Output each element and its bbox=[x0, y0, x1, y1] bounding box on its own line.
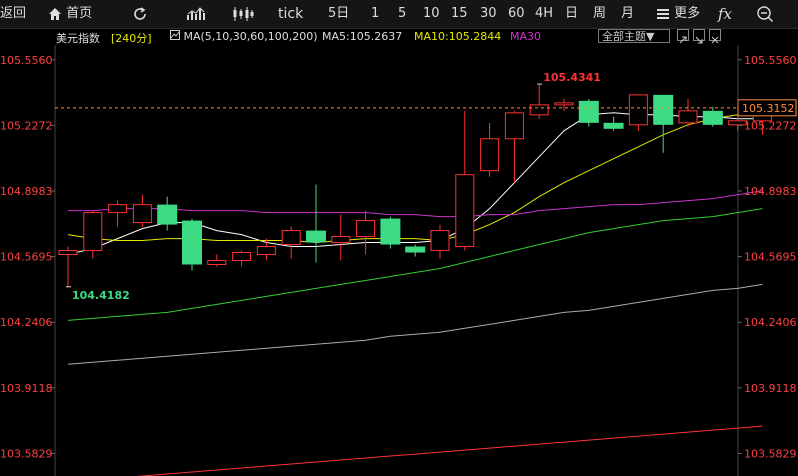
ma-lines bbox=[67, 112, 763, 476]
y-tick-left: 105.5560 bbox=[0, 54, 53, 67]
candle-body-down bbox=[578, 100, 599, 123]
y-tick-right: 104.8983 bbox=[744, 185, 797, 198]
candle-body-up bbox=[480, 138, 500, 172]
candle-body-up bbox=[83, 212, 103, 252]
candlestick-chart[interactable]: 105.5560 105.2272 104.8983 104.5695 104.2406… bbox=[0, 0, 798, 476]
candle-body-up bbox=[58, 250, 78, 256]
ma-line-ma200 bbox=[136, 425, 763, 476]
candle-body-down bbox=[653, 94, 674, 125]
y-tick-left: 103.9118 bbox=[0, 382, 53, 395]
candle-body-down bbox=[405, 246, 426, 253]
candle-body-up bbox=[430, 230, 450, 252]
candle-body-up bbox=[455, 174, 475, 248]
y-tick-right: 104.2406 bbox=[744, 316, 797, 329]
y-axis-left: 105.5560 105.2272 104.8983 104.5695 104.2406… bbox=[0, 54, 55, 460]
ma-line-ma5 bbox=[67, 112, 763, 255]
candle-body-up bbox=[331, 236, 351, 244]
candle-body-up bbox=[232, 252, 252, 262]
y-tick-left: 105.2272 bbox=[0, 119, 53, 132]
candle-body-up bbox=[504, 112, 524, 140]
ma-line-ma100 bbox=[67, 283, 763, 365]
candle-body-up bbox=[529, 104, 549, 116]
candle-body-down bbox=[182, 220, 202, 265]
candle-body-up bbox=[108, 204, 128, 214]
candle-body-down bbox=[603, 122, 624, 129]
candle-body-up bbox=[207, 260, 227, 265]
y-tick-right: 104.5695 bbox=[744, 251, 797, 264]
y-tick-right: 105.5560 bbox=[744, 54, 797, 67]
candle-body-up bbox=[132, 204, 152, 224]
low-price-label: 104.4182 bbox=[72, 289, 130, 302]
ma-line-ma60 bbox=[67, 208, 763, 321]
y-tick-right: 103.5829 bbox=[744, 447, 797, 460]
y-tick-right: 105.2272 bbox=[744, 119, 797, 132]
candle-body-up bbox=[678, 110, 698, 124]
candle-body-up bbox=[628, 94, 648, 126]
price-markers: 105.3152 105.4341 104.4182 bbox=[55, 71, 797, 302]
current-price-label: 105.3152 bbox=[742, 102, 795, 115]
y-tick-left: 103.5829 bbox=[0, 447, 53, 460]
y-tick-left: 104.2406 bbox=[0, 316, 53, 329]
candle-body-up bbox=[356, 220, 376, 238]
candle-body-down bbox=[380, 218, 401, 245]
high-price-label: 105.4341 bbox=[543, 71, 601, 84]
candle-body-down bbox=[306, 230, 326, 243]
candle-body-down bbox=[157, 204, 178, 225]
y-tick-left: 104.5695 bbox=[0, 251, 53, 264]
y-tick-right: 103.9118 bbox=[744, 382, 797, 395]
candle-body-up bbox=[554, 102, 574, 106]
y-tick-left: 104.8983 bbox=[0, 185, 53, 198]
candle-body-up bbox=[281, 230, 301, 246]
candles bbox=[58, 84, 772, 287]
candle-body-down bbox=[702, 110, 723, 125]
candle-body-up bbox=[256, 246, 276, 256]
